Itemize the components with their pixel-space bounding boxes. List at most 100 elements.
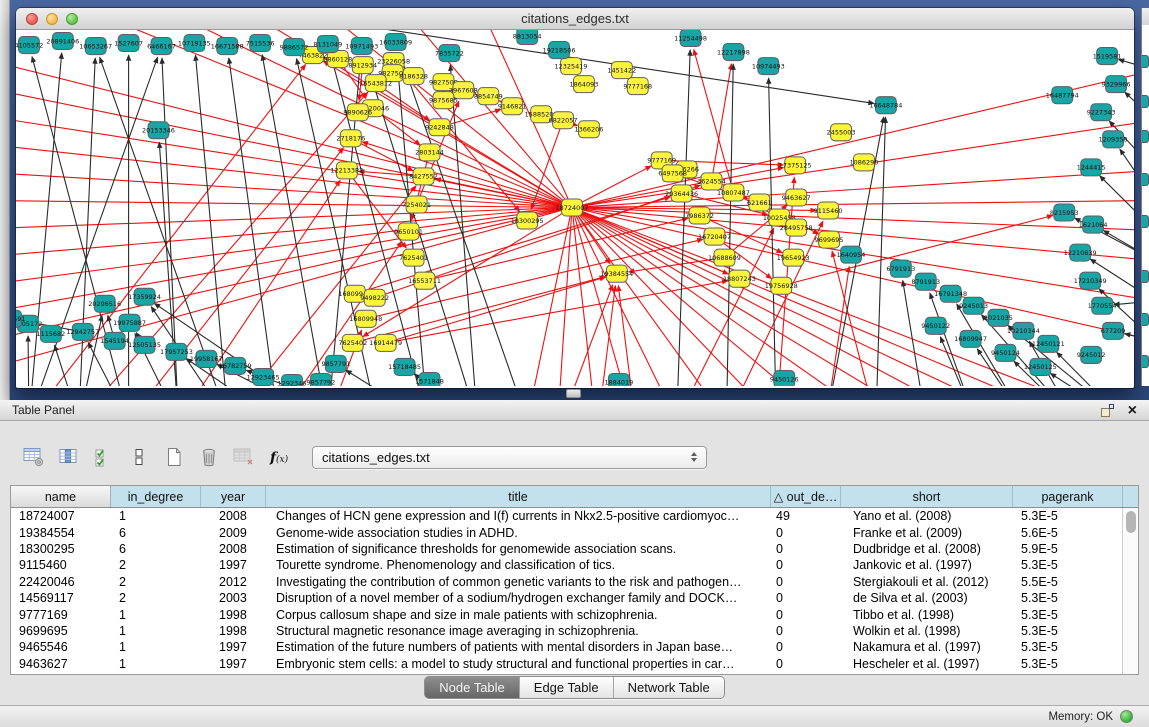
graph-node[interactable]: 8791913 <box>911 273 940 290</box>
graph-node[interactable]: 9115460 <box>814 202 843 219</box>
graph-node[interactable]: 7254021 <box>402 196 431 213</box>
window-resize-notch[interactable] <box>566 389 581 398</box>
graph-node[interactable]: 9463627 <box>782 189 811 206</box>
graph-node[interactable]: 19654923 <box>777 249 810 266</box>
graph-node[interactable]: 8813054 <box>513 30 542 45</box>
table-row[interactable]: 911546021997Tourette syndrome. Phenomeno… <box>11 557 1138 573</box>
graph-node[interactable]: 10974493 <box>752 58 785 75</box>
graph-node[interactable]: 1244415 <box>1077 159 1106 176</box>
graph-node[interactable]: 17210349 <box>1074 272 1107 289</box>
table-row[interactable]: 1456911722003Disruption of a novel membe… <box>11 590 1138 606</box>
zoom-window-button[interactable] <box>66 13 78 25</box>
graph-node[interactable]: 1292346 <box>278 374 307 386</box>
table-selector-dropdown[interactable]: citations_edges.txt <box>312 446 707 469</box>
column-header-title[interactable]: title <box>266 486 771 507</box>
graph-node[interactable]: 1884019 <box>604 373 633 386</box>
graph-node[interactable]: 20153346 <box>142 122 175 139</box>
network-canvas[interactable]: 1872400774638228860128891293423226058982… <box>16 30 1134 386</box>
graph-node[interactable]: 1545194 <box>100 332 129 349</box>
column-header-year[interactable]: year <box>201 486 266 507</box>
graph-node[interactable]: 1621064 <box>1079 216 1108 233</box>
table-row[interactable]: 1830029562008Estimation of significance … <box>11 541 1138 557</box>
graph-node[interactable]: 1571848 <box>415 372 444 386</box>
graph-node[interactable]: 10210344 <box>1007 322 1040 339</box>
graph-node[interactable]: 17375125 <box>779 157 812 174</box>
graph-node[interactable]: 19975887 <box>113 314 146 331</box>
table-row[interactable]: 2242004622012Investigating the contribut… <box>11 574 1138 590</box>
delete-column-icon[interactable] <box>193 443 225 471</box>
graph-node[interactable]: 9227343 <box>1087 104 1116 121</box>
graph-node[interactable]: 10653267 <box>79 38 112 55</box>
column-header-out_degree[interactable]: △ out_de… <box>771 486 841 507</box>
graph-node[interactable]: 7625401 <box>399 249 428 266</box>
close-panel-icon[interactable]: × <box>1128 404 1137 417</box>
graph-node[interactable]: 1086290 <box>850 154 879 171</box>
tab-network-table[interactable]: Network Table <box>614 677 724 698</box>
graph-node[interactable]: 1366206 <box>575 121 604 138</box>
column-header-name[interactable]: name <box>11 486 111 507</box>
graph-node[interactable]: 9450126 <box>770 370 799 386</box>
graph-node[interactable]: 1864093 <box>570 76 599 93</box>
graph-node[interactable]: 1115682 <box>36 325 65 342</box>
tab-node-table[interactable]: Node Table <box>425 677 520 698</box>
graph-node[interactable]: 8427552 <box>409 168 438 185</box>
graph-node[interactable]: 12505135 <box>128 336 161 353</box>
graph-node[interactable]: 15718485 <box>388 358 421 375</box>
graph-node[interactable]: 9245012 <box>1077 346 1106 363</box>
graph-node[interactable]: 8186328 <box>399 68 428 85</box>
function-builder-icon[interactable]: f (x) <box>263 443 295 471</box>
graph-node[interactable]: 7835722 <box>435 45 464 62</box>
network-window-titlebar[interactable]: citations_edges.txt <box>16 8 1134 30</box>
graph-node[interactable]: 19384554 <box>600 265 633 282</box>
table-row[interactable]: 969969511998Structural magnetic resonanc… <box>11 623 1138 639</box>
new-column-icon[interactable] <box>158 443 190 471</box>
graph-node[interactable]: 7625402 <box>338 334 367 351</box>
graph-node[interactable]: 1527607 <box>114 35 143 52</box>
graph-node[interactable]: 1640954 <box>837 246 866 263</box>
graph-node[interactable]: 7986372 <box>685 207 714 224</box>
column-visibility-icon[interactable] <box>53 443 85 471</box>
graph-node[interactable]: 1770554 <box>1088 297 1117 314</box>
table-row[interactable]: 946554611997Estimation of the future num… <box>11 639 1138 655</box>
graph-node[interactable]: 1451422 <box>607 62 636 79</box>
graph-node[interactable]: 4105572 <box>16 37 43 54</box>
graph-node[interactable]: 3624554 <box>697 173 726 190</box>
graph-node[interactable]: 20206516 <box>88 295 121 312</box>
graph-node[interactable]: 10688609 <box>708 249 741 266</box>
graph-node[interactable]: 8131049 <box>313 36 342 53</box>
column-header-in_degree[interactable]: in_degree <box>111 486 201 507</box>
graph-node[interactable]: 9699695 <box>815 231 844 248</box>
tab-edge-table[interactable]: Edge Table <box>520 677 614 698</box>
graph-node[interactable]: 16671588 <box>211 38 244 55</box>
graph-node[interactable]: 1519581 <box>1093 48 1122 65</box>
graph-node[interactable]: 9890626 <box>343 104 372 121</box>
row-height-icon[interactable] <box>123 443 155 471</box>
graph-node[interactable]: 10971493 <box>345 38 378 55</box>
graph-node[interactable]: 11254498 <box>674 30 707 47</box>
table-vertical-scrollbar[interactable] <box>1122 508 1138 674</box>
graph-node[interactable]: 16791348 <box>934 285 967 302</box>
graph-node[interactable]: 9242848 <box>425 119 454 136</box>
graph-node[interactable]: 677209 <box>1101 322 1126 339</box>
graph-node[interactable]: 12942757 <box>66 323 99 340</box>
graph-node[interactable]: 6822057 <box>549 112 578 129</box>
graph-node[interactable]: 9650101 <box>394 223 423 240</box>
graph-node[interactable]: 9450124 <box>991 344 1020 361</box>
graph-node[interactable]: 9886572 <box>280 39 309 56</box>
close-window-button[interactable] <box>26 13 38 25</box>
graph-node[interactable]: 12210639 <box>1064 244 1097 261</box>
graph-node[interactable]: 2455003 <box>827 124 856 141</box>
graph-node[interactable]: 12923465 <box>247 368 280 385</box>
graph-node[interactable]: 1209358 <box>1099 131 1128 148</box>
float-panel-icon[interactable] <box>1101 404 1114 417</box>
table-settings-icon[interactable] <box>18 443 50 471</box>
graph-node[interactable]: 12450121 <box>1032 335 1065 352</box>
graph-node[interactable]: 16033809 <box>379 34 412 51</box>
graph-node[interactable]: 16809948 <box>349 310 382 327</box>
table-row[interactable]: 977716911998Corpus callosum shape and si… <box>11 606 1138 622</box>
graph-node[interactable]: 9857792 <box>307 373 336 386</box>
graph-node[interactable]: 9498222 <box>360 289 389 306</box>
graph-node[interactable]: 9450122 <box>921 317 950 334</box>
graph-node[interactable]: 2718176 <box>336 130 365 147</box>
table-row[interactable]: 946362711997Embryonic stem cells: a mode… <box>11 656 1138 672</box>
